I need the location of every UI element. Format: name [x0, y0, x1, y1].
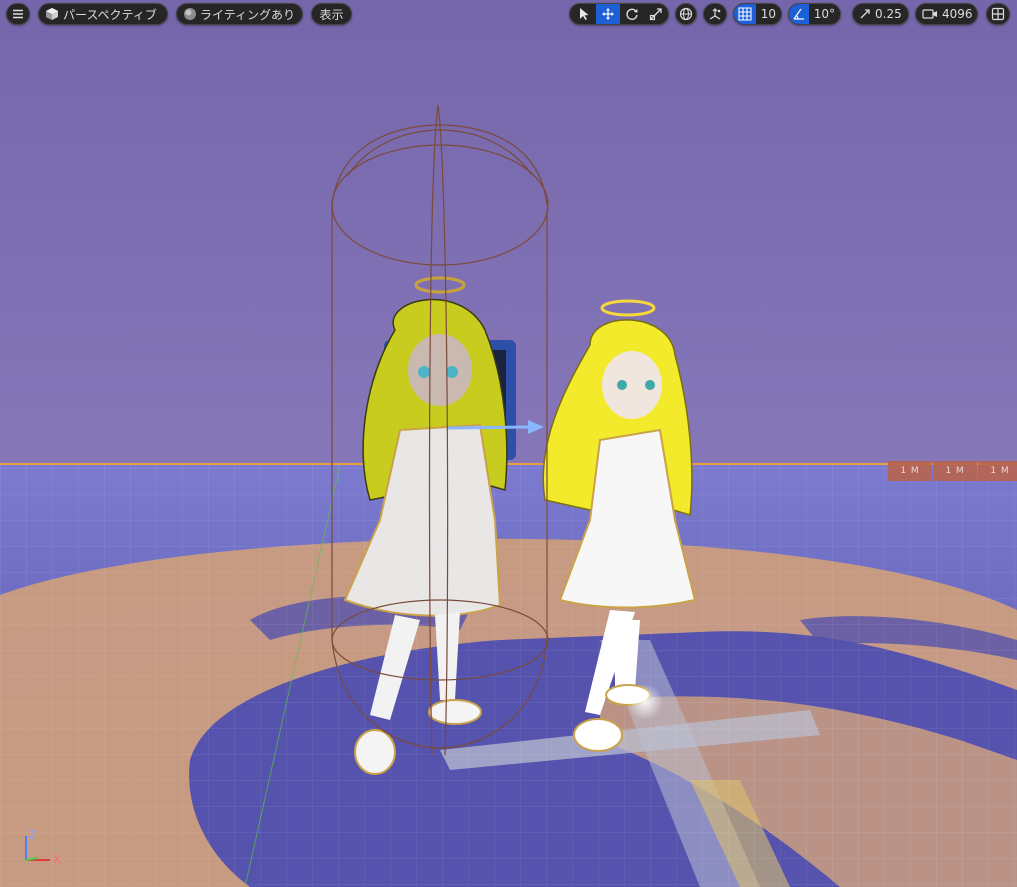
surface-snap-icon [709, 8, 721, 20]
viewport-layout-button[interactable] [986, 3, 1010, 25]
transform-tools-group [569, 3, 669, 25]
hamburger-icon [13, 9, 23, 19]
grid-snap-value[interactable]: 10 [756, 7, 781, 21]
sphere-icon [184, 8, 196, 20]
grid-icon [738, 7, 752, 21]
world-space-toggle[interactable] [675, 3, 697, 25]
viewport-layout-icon [991, 7, 1005, 21]
camera-speed-value: 4096 [942, 7, 973, 21]
scale-marker: 1 M [933, 461, 977, 481]
camera-speed-group[interactable]: 4096 [915, 3, 978, 25]
camera-icon [922, 9, 937, 19]
scale-icon [649, 8, 662, 21]
select-arrow-icon [580, 8, 589, 20]
cube-icon [46, 8, 58, 20]
grid-snap-group: 10 [733, 3, 782, 25]
surface-snap-toggle[interactable] [703, 3, 727, 25]
axis-z-label: Z [29, 828, 37, 841]
scale-marker: 1 M [978, 461, 1017, 481]
perspective-button[interactable]: パースペクティブ [38, 3, 168, 25]
viewport-menu-button[interactable] [6, 3, 30, 25]
select-tool-button[interactable] [570, 4, 596, 24]
angle-icon [793, 8, 804, 20]
rotation-snap-group: 10° [788, 3, 841, 25]
axis-x-label: X [53, 853, 61, 866]
move-tool-button[interactable] [596, 4, 620, 24]
axis-lines-icon [25, 836, 50, 861]
move-icon [602, 8, 614, 20]
perspective-label: パースペクティブ [63, 7, 157, 22]
rotate-tool-button[interactable] [620, 4, 644, 24]
rotation-snap-toggle[interactable] [789, 4, 809, 24]
show-button[interactable]: 表示 [311, 3, 352, 25]
scale-snap-value: 0.25 [875, 7, 902, 21]
globe-icon [679, 7, 693, 21]
scale-snap-group[interactable]: 0.25 [852, 3, 909, 25]
axis-indicator: Z X [20, 828, 70, 868]
grid-snap-toggle[interactable] [734, 4, 756, 24]
rotate-icon [626, 8, 638, 20]
lighting-label: ライティングあり [200, 7, 296, 22]
scale-arrow-icon [860, 9, 870, 19]
show-label: 表示 [319, 7, 344, 22]
rotation-snap-value[interactable]: 10° [809, 7, 840, 21]
lighting-button[interactable]: ライティングあり [176, 3, 303, 25]
level-viewport[interactable] [0, 0, 1017, 887]
floor [0, 464, 1017, 887]
scale-tool-button[interactable] [644, 4, 668, 24]
scale-marker: 1 M [888, 461, 932, 481]
